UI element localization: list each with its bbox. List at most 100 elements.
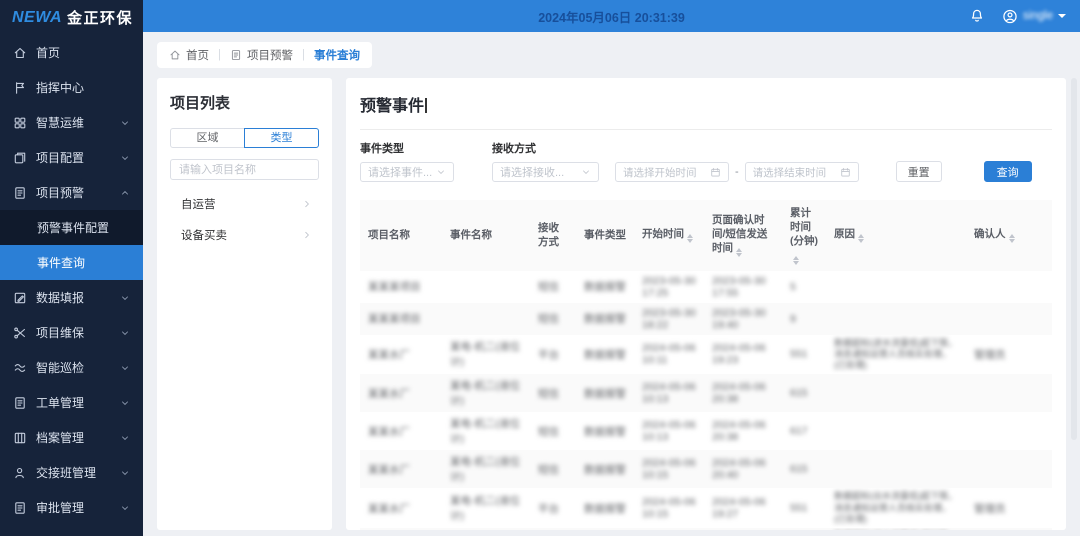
receive-mode-select[interactable]: 请选择接收... bbox=[492, 162, 599, 182]
table-header-cell[interactable]: 开始时间 bbox=[634, 221, 704, 249]
sidebar-item-project-warning[interactable]: 项目预警 bbox=[0, 175, 143, 210]
sidebar-item-approval[interactable]: 审批管理 bbox=[0, 490, 143, 525]
table-row[interactable]: 某某水厂某电-机二(液位计)短信数据报警2024-05-06 10:132024… bbox=[360, 412, 1052, 450]
breadcrumb-item[interactable]: 项目预警 bbox=[230, 47, 293, 63]
search-button[interactable]: 查询 bbox=[984, 161, 1032, 182]
project-tab-类型[interactable]: 类型 bbox=[244, 128, 319, 148]
sidebar-item-smart-ops[interactable]: 智慧运维 bbox=[0, 105, 143, 140]
chevron-down-icon bbox=[120, 503, 130, 513]
cell-value: 数据报警 bbox=[584, 388, 626, 400]
table-cell-page_time: 2024-05-06 19:23 bbox=[704, 338, 782, 370]
sidebar: NEWA 金正环保 首页指挥中心智慧运维项目配置项目预警预警事件配置事件查询数据… bbox=[0, 0, 143, 536]
event-type-select[interactable]: 请选择事件... bbox=[360, 162, 454, 182]
sort-caret-icon[interactable] bbox=[1009, 234, 1015, 243]
reset-button[interactable]: 重置 bbox=[896, 161, 942, 182]
date-range-filter: 请选择开始时间 - 请选择结束时间 bbox=[615, 162, 859, 182]
cell-value: 某电-机二(液位计) bbox=[450, 418, 520, 445]
sidebar-item-label: 智慧运维 bbox=[36, 114, 84, 131]
sort-caret-icon[interactable] bbox=[793, 256, 799, 265]
table-cell-reason bbox=[826, 284, 966, 290]
table-cell-person bbox=[966, 283, 1052, 291]
cell-value: 数据超标(进水流量低)超下限，消息通知运营人员核实处理，(已处理) bbox=[834, 338, 957, 371]
cell-value: 短信 bbox=[538, 426, 559, 438]
project-tab-区域[interactable]: 区域 bbox=[170, 128, 245, 148]
sidebar-item-label: 档案管理 bbox=[36, 429, 84, 446]
table-header-cell[interactable]: 原因 bbox=[826, 221, 966, 249]
cell-value: 数据报警 bbox=[584, 349, 626, 361]
table-cell-reason bbox=[826, 428, 966, 434]
table-row[interactable]: 某某水厂某电-机二(液位计)平台数据报警2024-05-06 11:262024… bbox=[360, 528, 1052, 530]
config-icon bbox=[13, 151, 27, 165]
receive-mode-filter: 接收方式 请选择接收... bbox=[492, 140, 599, 182]
table-row[interactable]: 某某某项目短信数据报警2023-05-30 17:252023-05-30 17… bbox=[360, 271, 1052, 303]
calendar-icon bbox=[710, 167, 721, 178]
table-header-row: 项目名称事件名称接收方式事件类型开始时间页面确认时间/短信发送时间累计时间(分钟… bbox=[360, 200, 1052, 271]
cell-value: 短信 bbox=[538, 464, 559, 476]
table-header-cell[interactable]: 确认人 bbox=[966, 221, 1052, 249]
table-row[interactable]: 某某水厂某电-机二(液位计)短信数据报警2024-05-06 10:132024… bbox=[360, 374, 1052, 412]
cell-value: 2023-05-30 17:55 bbox=[712, 275, 766, 299]
table-row[interactable]: 某某水厂某电-机二(液位计)平台数据报警2024-05-06 10:112024… bbox=[360, 335, 1052, 375]
sidebar-item-project-maintenance[interactable]: 项目维保 bbox=[0, 315, 143, 350]
table-cell-type: 数据报警 bbox=[576, 420, 634, 443]
sidebar-item-smart-patrol[interactable]: 智能巡检 bbox=[0, 350, 143, 385]
table-cell-type: 数据报警 bbox=[576, 275, 634, 298]
cell-value: 数据报警 bbox=[584, 464, 626, 476]
chevron-right-icon bbox=[302, 199, 312, 209]
sidebar-item-project-config[interactable]: 项目配置 bbox=[0, 140, 143, 175]
page-scrollbar[interactable] bbox=[1071, 78, 1077, 440]
table-row[interactable]: 某某某项目短信数据报警2023-05-30 18:222023-05-30 19… bbox=[360, 303, 1052, 335]
table-cell-reason bbox=[826, 390, 966, 396]
end-time-placeholder: 请选择结束时间 bbox=[753, 165, 827, 180]
table-header-cell: 事件名称 bbox=[442, 222, 530, 248]
table-cell-page_time: 2024-05-06 20:38 bbox=[704, 377, 782, 409]
chevron-down-icon bbox=[120, 328, 130, 338]
breadcrumb-item[interactable]: 事件查询 bbox=[314, 47, 360, 63]
form-icon bbox=[13, 291, 27, 305]
table-cell-page_time: 2024-05-06 20:38 bbox=[704, 415, 782, 447]
breadcrumb-item[interactable]: 首页 bbox=[169, 47, 209, 63]
sidebar-item-label: 数据填报 bbox=[36, 289, 84, 306]
archive-icon bbox=[13, 431, 27, 445]
sidebar-item-command-center[interactable]: 指挥中心 bbox=[0, 70, 143, 105]
sidebar-item-label: 交接班管理 bbox=[36, 464, 96, 481]
start-time-input[interactable]: 请选择开始时间 bbox=[615, 162, 729, 182]
sidebar-item-data-report[interactable]: 数据填报 bbox=[0, 280, 143, 315]
table-cell-type: 数据报警 bbox=[576, 497, 634, 520]
sort-caret-icon[interactable] bbox=[858, 234, 864, 243]
table-cell-type: 数据报警 bbox=[576, 307, 634, 330]
cell-value: 短信 bbox=[538, 281, 559, 293]
sidebar-subitem-warning-event-config[interactable]: 预警事件配置 bbox=[0, 210, 143, 245]
tree-item[interactable]: 设备买卖 bbox=[170, 219, 319, 250]
table-cell-person: 管理员 bbox=[966, 343, 1052, 366]
table-header-cell[interactable]: 累计时间(分钟) bbox=[782, 200, 826, 271]
sidebar-item-archive[interactable]: 档案管理 bbox=[0, 420, 143, 455]
table-cell-project: 某某某项目 bbox=[360, 307, 442, 330]
tree-item[interactable]: 自运营 bbox=[170, 188, 319, 219]
breadcrumb-item-label: 项目预警 bbox=[247, 47, 293, 63]
table-row[interactable]: 某某水厂某电-机二(液位计)平台数据报警2024-05-06 10:152024… bbox=[360, 488, 1052, 528]
sidebar-subitem-event-query[interactable]: 事件查询 bbox=[0, 245, 143, 280]
table-row[interactable]: 某某水厂某电-机二(液位计)短信数据报警2024-05-06 10:152024… bbox=[360, 450, 1052, 488]
sidebar-item-shift-handover[interactable]: 交接班管理 bbox=[0, 455, 143, 490]
table-header-cell[interactable]: 页面确认时间/短信发送时间 bbox=[704, 207, 782, 263]
sort-caret-icon[interactable] bbox=[736, 248, 742, 257]
sidebar-item-home[interactable]: 首页 bbox=[0, 35, 143, 70]
cell-value: 5 bbox=[790, 281, 796, 293]
sort-caret-icon[interactable] bbox=[687, 234, 693, 243]
sidebar-item-label: 审批管理 bbox=[36, 499, 84, 516]
chevron-down-icon bbox=[120, 153, 130, 163]
cell-value: 615 bbox=[790, 387, 808, 399]
notification-bell-icon[interactable] bbox=[969, 8, 985, 24]
end-time-input[interactable]: 请选择结束时间 bbox=[745, 162, 859, 182]
event-type-filter: 事件类型 请选择事件... bbox=[360, 140, 454, 182]
breadcrumb-separator: | bbox=[218, 49, 221, 61]
project-search-input[interactable] bbox=[170, 159, 319, 180]
column-label: 事件名称 bbox=[450, 229, 492, 241]
table-cell-reason bbox=[826, 466, 966, 472]
user-menu[interactable]: single bbox=[1002, 8, 1066, 24]
cell-value: 数据超标(出水流量低)超下限，消息通知运营人员核实处理，(已处理) bbox=[834, 491, 957, 524]
breadcrumb-bar: 首页|项目预警|事件查询 bbox=[143, 32, 1080, 68]
tree-item-label: 设备买卖 bbox=[181, 227, 227, 243]
sidebar-item-work-order[interactable]: 工单管理 bbox=[0, 385, 143, 420]
